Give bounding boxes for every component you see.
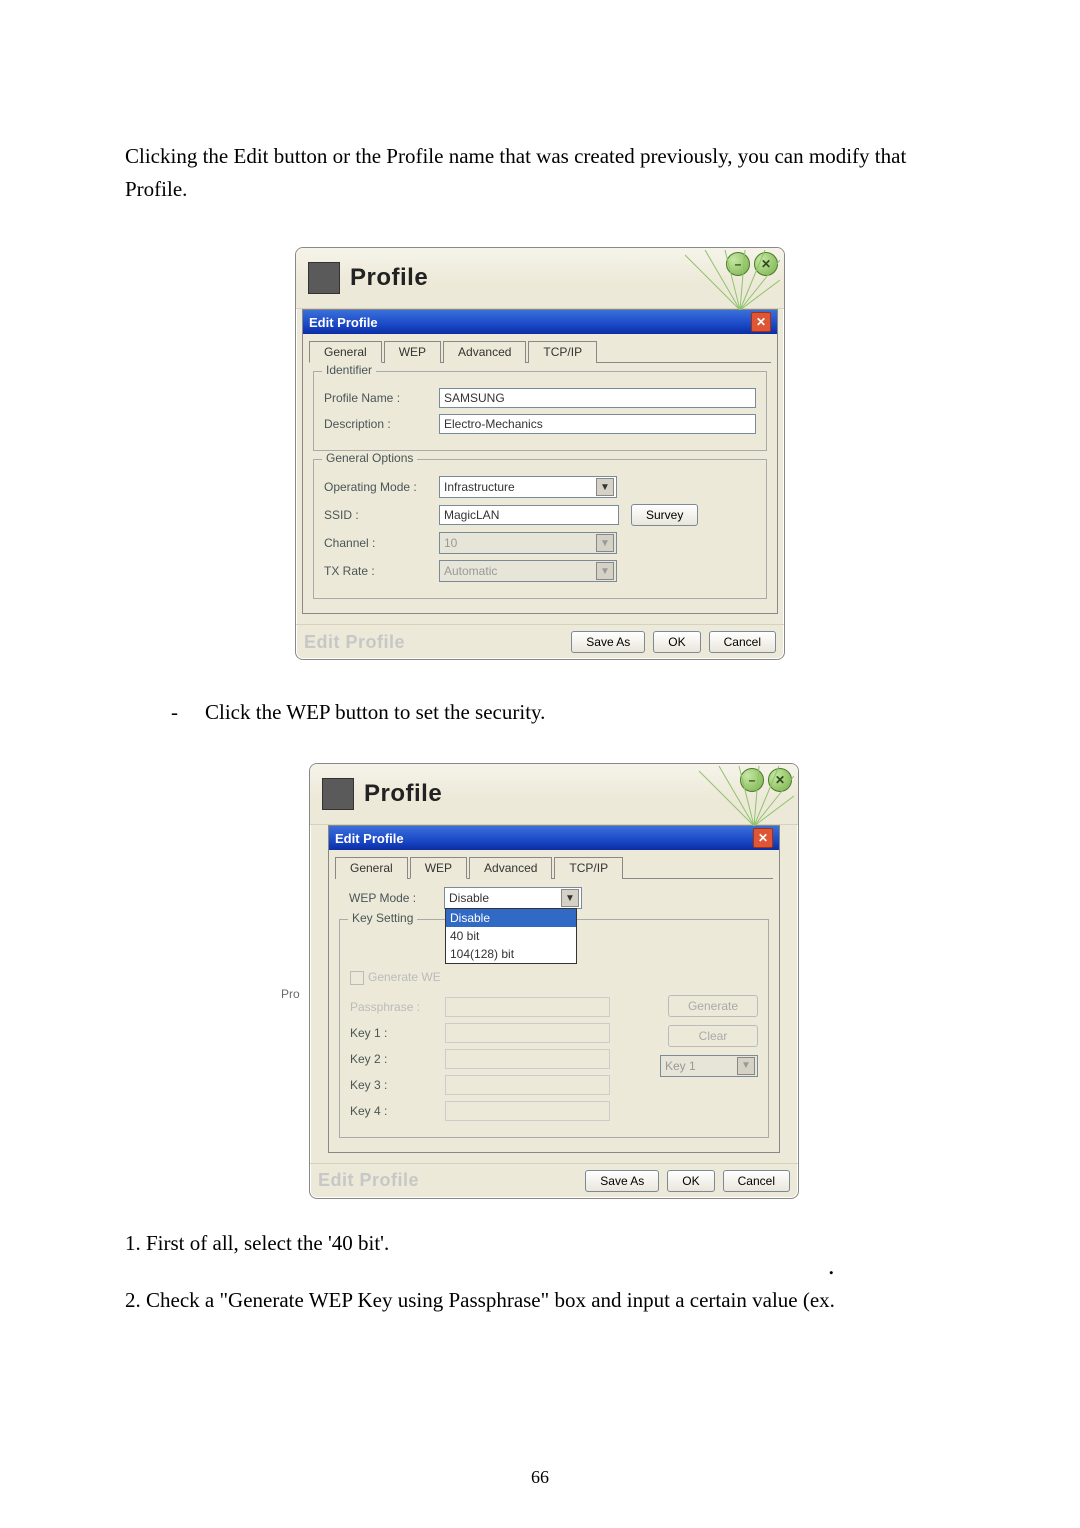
app-logo-icon [322,778,354,810]
profile-name-input[interactable] [439,388,756,408]
tab-general[interactable]: General [309,341,382,363]
wep-mode-label: WEP Mode : [349,891,444,905]
tab-tcpip[interactable]: TCP/IP [554,857,623,879]
key-setting-legend: Key Setting [348,911,417,925]
passphrase-input [445,997,610,1017]
description-input[interactable] [439,414,756,434]
cancel-button[interactable]: Cancel [723,1170,790,1192]
banner-title: Profile [364,780,442,808]
close-icon[interactable]: ✕ [753,828,773,848]
wep-mode-value: Disable [449,891,489,905]
channel-label: Channel : [324,536,439,550]
checkbox-icon [350,971,364,985]
passphrase-label: Passphrase : [350,1000,445,1014]
numbered-step-2: 2. Check a "Generate WEP Key using Passp… [125,1288,955,1313]
save-as-button[interactable]: Save As [585,1170,659,1192]
minimize-icon[interactable]: – [740,768,764,792]
description-label: Description : [324,417,439,431]
txrate-value: Automatic [444,564,497,578]
tab-wep[interactable]: WEP [410,857,467,879]
ok-button[interactable]: OK [667,1170,714,1192]
ssid-input[interactable] [439,505,619,525]
bullet-text: Click the WEP button to set the security… [205,700,545,725]
clear-button: Clear [668,1025,758,1047]
key3-input [445,1075,610,1095]
ok-button[interactable]: OK [653,631,700,653]
key4-label: Key 4 : [350,1104,445,1118]
chevron-down-icon: ▼ [561,889,579,907]
operating-mode-value: Infrastructure [444,480,515,494]
close-banner-icon[interactable]: ✕ [768,768,792,792]
tab-wep[interactable]: WEP [384,341,441,363]
key-select-value: Key 1 [665,1059,696,1073]
channel-value: 10 [444,536,457,550]
chevron-down-icon: ▼ [737,1057,755,1075]
tab-tcpip[interactable]: TCP/IP [528,341,597,363]
cancel-button[interactable]: Cancel [709,631,776,653]
screenshot-2: Profile – ✕ [309,763,799,1199]
tab-advanced[interactable]: Advanced [469,857,552,879]
chevron-down-icon: ▼ [596,478,614,496]
dialog-title: Edit Profile [309,315,378,330]
key-select: Key 1 ▼ [660,1055,758,1077]
dialog-title: Edit Profile [335,831,404,846]
identifier-legend: Identifier [322,363,376,377]
minimize-icon[interactable]: – [726,252,750,276]
operating-mode-select[interactable]: Infrastructure ▼ [439,476,617,498]
banner-title: Profile [350,264,428,292]
key2-input [445,1049,610,1069]
generate-checkbox-label: Generate WE [350,970,445,985]
key2-label: Key 2 : [350,1052,445,1066]
screenshot-1: Profile – ✕ Edit Profile ✕ [295,247,785,660]
txrate-label: TX Rate : [324,564,439,578]
chevron-down-icon: ▼ [596,562,614,580]
close-icon[interactable]: ✕ [751,312,771,332]
wep-mode-options: Disable 40 bit 104(128) bit [445,908,577,964]
footer-brand: Edit Profile [304,632,405,653]
wep-option-40bit[interactable]: 40 bit [446,927,576,945]
tab-general[interactable]: General [335,857,408,879]
key3-label: Key 3 : [350,1078,445,1092]
profile-name-label: Profile Name : [324,391,439,405]
trailing-period: . [828,1251,835,1281]
wep-option-104bit[interactable]: 104(128) bit [446,945,576,963]
generate-button: Generate [668,995,758,1017]
chevron-down-icon: ▼ [596,534,614,552]
channel-select: 10 ▼ [439,532,617,554]
key1-label: Key 1 : [350,1026,445,1040]
ssid-label: SSID : [324,508,439,522]
footer-brand: Edit Profile [318,1170,419,1191]
key4-input [445,1101,610,1121]
wep-option-disable[interactable]: Disable [446,909,576,927]
save-as-button[interactable]: Save As [571,631,645,653]
general-options-legend: General Options [322,451,417,465]
app-logo-icon [308,262,340,294]
key1-input [445,1023,610,1043]
close-banner-icon[interactable]: ✕ [754,252,778,276]
wep-mode-select[interactable]: Disable ▼ Disable 40 bit 104(128) bit [444,887,582,909]
page-number: 66 [0,1467,1080,1488]
txrate-select: Automatic ▼ [439,560,617,582]
survey-button[interactable]: Survey [631,504,698,526]
bullet-dash: - [171,700,205,725]
tab-advanced[interactable]: Advanced [443,341,526,363]
intro-paragraph: Clicking the Edit button or the Profile … [125,140,955,205]
side-label-pr: Pro [281,987,300,1001]
operating-mode-label: Operating Mode : [324,480,439,494]
